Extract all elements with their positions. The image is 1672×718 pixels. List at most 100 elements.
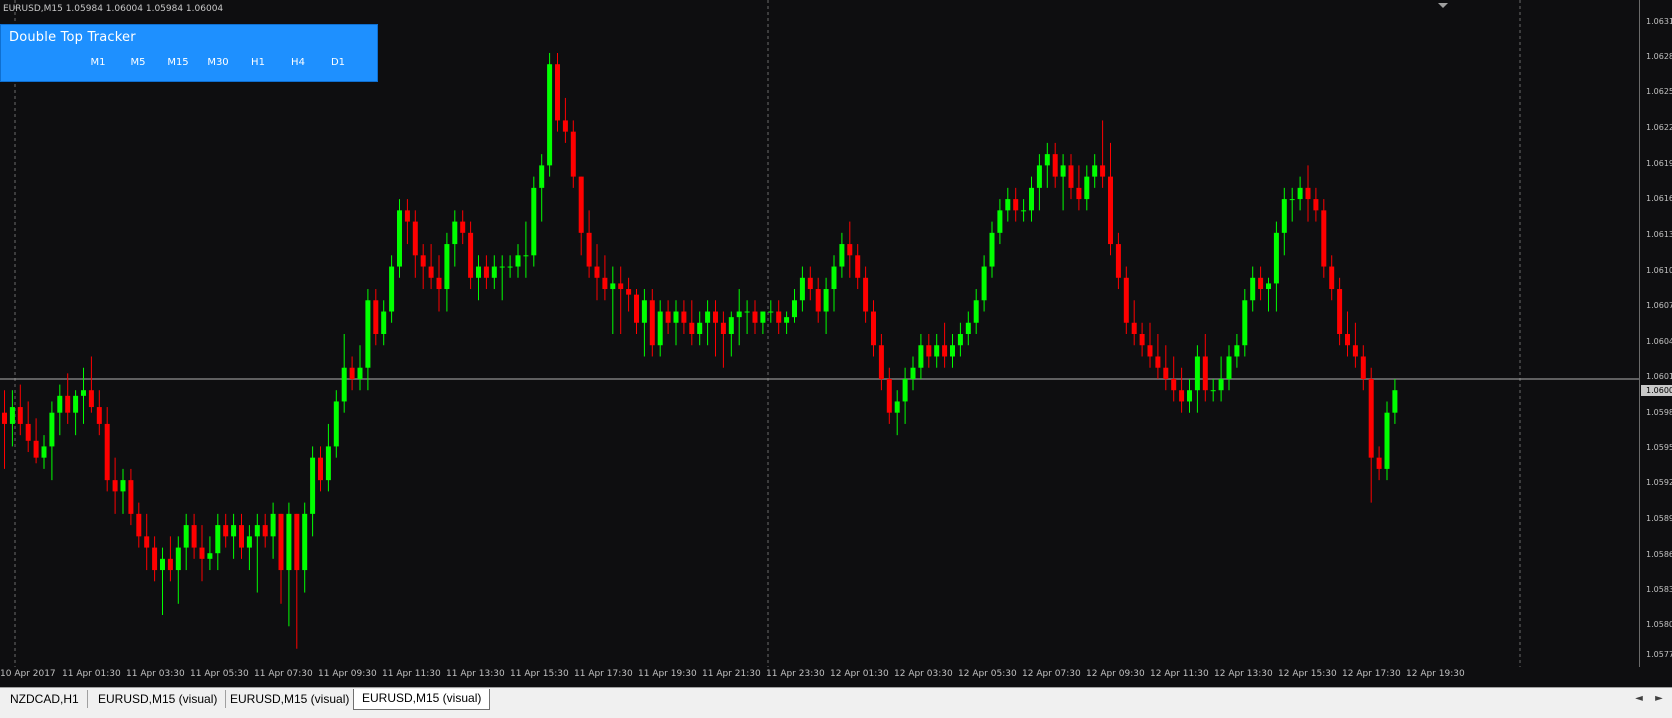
- candle-body: [634, 294, 639, 323]
- tab-nzdcad-h1[interactable]: NZDCAD,H1: [2, 690, 88, 708]
- tab-eurusd-m15-visual-3[interactable]: EURUSD,M15 (visual): [353, 689, 491, 710]
- price-label: 1.0619: [1646, 159, 1672, 168]
- tab-eurusd-m15-visual-2[interactable]: EURUSD,M15 (visual): [222, 690, 359, 708]
- time-label: 11 Apr 15:30: [510, 669, 569, 679]
- time-label: 11 Apr 13:30: [446, 669, 505, 679]
- candle: [1218, 356, 1224, 402]
- tf-button-m5[interactable]: M5: [121, 55, 155, 71]
- candle: [634, 289, 639, 334]
- candle-body: [318, 457, 323, 481]
- candle: [760, 311, 766, 334]
- candle: [120, 468, 126, 514]
- candle: [349, 356, 355, 391]
- candle-body: [586, 232, 592, 267]
- tf-button-m30[interactable]: M30: [201, 55, 235, 71]
- tab-scroll-left-icon[interactable]: ◄: [1630, 690, 1648, 708]
- candle-body: [886, 378, 892, 413]
- candle: [104, 407, 110, 492]
- candle: [531, 176, 537, 267]
- chart-shift-marker-icon[interactable]: [1438, 3, 1448, 8]
- time-label: 11 Apr 17:30: [574, 669, 633, 679]
- candle: [81, 367, 86, 424]
- candle-body: [1202, 356, 1208, 391]
- candle-body: [1194, 356, 1200, 391]
- candle-body: [997, 210, 1003, 233]
- candle: [1226, 345, 1232, 391]
- time-label: 12 Apr 03:30: [894, 669, 953, 679]
- candle-body: [855, 255, 861, 278]
- time-label: 11 Apr 01:30: [62, 669, 121, 679]
- candle: [602, 255, 608, 301]
- candle: [610, 266, 616, 334]
- time-label: 12 Apr 09:30: [1086, 669, 1145, 679]
- candle: [333, 390, 339, 458]
- candle-body: [641, 300, 647, 323]
- price-axis: 1.0631 1.0628 1.0625 1.0622 1.0619 1.061…: [1639, 0, 1672, 667]
- candle: [325, 423, 331, 492]
- candle: [183, 513, 189, 571]
- candlestick-chart[interactable]: [0, 0, 1639, 667]
- candle: [1360, 345, 1366, 391]
- candle-body: [1060, 165, 1066, 177]
- candle-body: [1218, 378, 1224, 391]
- candle: [973, 289, 979, 334]
- candle: [965, 311, 971, 346]
- candle: [784, 311, 790, 334]
- tf-button-m1[interactable]: M1: [81, 55, 115, 71]
- candle-body: [1329, 266, 1335, 290]
- time-label: 12 Apr 01:30: [830, 669, 889, 679]
- candle-body: [460, 221, 466, 233]
- candle: [515, 244, 521, 278]
- candle-body: [1273, 232, 1279, 284]
- chart-area[interactable]: EURUSD,M15 1.05984 1.06004 1.05984 1.060…: [0, 0, 1639, 667]
- candle-body: [167, 558, 173, 571]
- candle-body: [215, 525, 221, 554]
- candle-body: [649, 300, 655, 346]
- candle-body: [871, 311, 876, 346]
- current-price-marker: 1.0600: [1641, 385, 1672, 396]
- candle: [1392, 378, 1398, 424]
- tf-button-h4[interactable]: H4: [281, 55, 315, 71]
- candle: [420, 244, 426, 290]
- candle-body: [397, 210, 402, 267]
- candle: [681, 300, 687, 334]
- candle: [341, 334, 347, 413]
- candle: [310, 446, 316, 537]
- candle: [894, 390, 900, 436]
- candle-body: [950, 345, 955, 357]
- candle-body: [942, 345, 948, 357]
- candle-body: [428, 266, 434, 278]
- candle: [136, 502, 142, 548]
- tab-eurusd-m15-visual-1[interactable]: EURUSD,M15 (visual): [90, 690, 227, 708]
- tab-scroll-right-icon[interactable]: ►: [1650, 690, 1668, 708]
- candle-body: [720, 322, 726, 334]
- candle: [41, 435, 47, 469]
- price-label: 1.0586: [1646, 550, 1672, 559]
- candle-body: [1352, 345, 1358, 357]
- candle: [96, 390, 102, 436]
- candle-body: [618, 283, 624, 290]
- tracker-title: Double Top Tracker: [9, 30, 136, 45]
- tf-button-d1[interactable]: D1: [321, 55, 355, 71]
- candle-body: [452, 221, 458, 245]
- candle: [436, 255, 442, 312]
- candle: [942, 322, 948, 368]
- candle-body: [689, 322, 695, 334]
- candle: [910, 356, 916, 391]
- candle-body: [1013, 199, 1019, 211]
- time-label: 12 Apr 19:30: [1406, 669, 1465, 679]
- candle-body: [499, 266, 505, 268]
- candle-body: [491, 266, 497, 278]
- candle: [175, 536, 181, 604]
- candle-body: [515, 255, 521, 267]
- candle-body: [65, 395, 71, 413]
- time-label: 12 Apr 11:30: [1150, 669, 1209, 679]
- candle: [1139, 322, 1145, 357]
- time-label: 12 Apr 13:30: [1214, 669, 1273, 679]
- candle: [878, 334, 884, 391]
- tf-button-m15[interactable]: M15: [161, 55, 195, 71]
- candle-body: [878, 345, 884, 379]
- price-label: 1.0589: [1646, 514, 1672, 523]
- tf-button-h1[interactable]: H1: [241, 55, 275, 71]
- candle-body: [2, 412, 7, 424]
